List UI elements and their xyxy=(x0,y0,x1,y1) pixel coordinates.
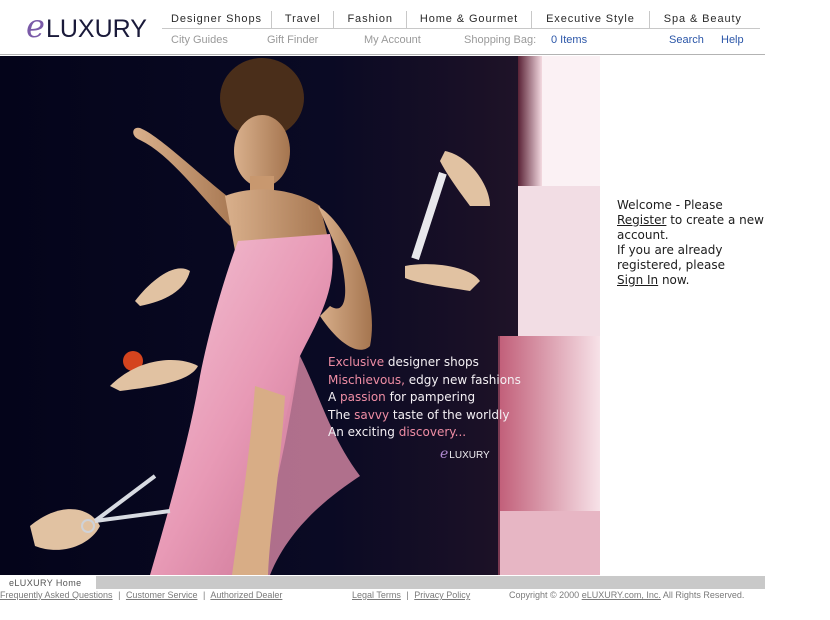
register-link[interactable]: Register xyxy=(617,213,666,227)
customer-service-link[interactable]: Customer Service xyxy=(126,590,198,600)
site-header: e LUXURY Designer Shops Travel Fashion H… xyxy=(0,0,765,55)
faq-link[interactable]: Frequently Asked Questions xyxy=(0,590,113,600)
hand-left-top xyxy=(135,268,190,306)
model-figure xyxy=(133,58,372,575)
hero-logo-e: e xyxy=(440,446,449,462)
hero-logo: e LUXURY xyxy=(440,446,490,462)
pink-panel xyxy=(500,511,600,575)
sign-in-link[interactable]: Sign In xyxy=(617,273,658,287)
welcome-panel: Welcome - Please Register to create a ne… xyxy=(617,198,777,288)
privacy-policy-link[interactable]: Privacy Policy xyxy=(414,590,470,600)
company-link[interactable]: eLUXURY.com, Inc. xyxy=(582,590,661,600)
footer-separator: | xyxy=(406,590,409,600)
copyright-prefix: Copyright © 2000 xyxy=(509,590,582,600)
scissors xyxy=(30,474,171,550)
city-guides-link[interactable]: City Guides xyxy=(171,34,228,46)
shopping-bag-label[interactable]: Shopping Bag: xyxy=(464,34,536,46)
hero-logo-word: LUXURY xyxy=(449,450,490,461)
copyright-suffix: All Rights Reserved. xyxy=(660,590,745,600)
nav-spa-beauty[interactable]: Spa & Beauty xyxy=(650,13,756,25)
copyright-text: Copyright © 2000 eLUXURY.com, Inc. All R… xyxy=(509,590,744,600)
already-registered-text: If you are already registered, please xyxy=(617,243,725,272)
gift-finder-link[interactable]: Gift Finder xyxy=(267,34,318,46)
footer-separator: | xyxy=(118,590,121,600)
tagline-line: Mischievous, edgy new fashions xyxy=(328,372,521,387)
nav-divider-line xyxy=(162,28,760,29)
pink-panel xyxy=(518,56,542,186)
hero-tagline: Exclusive designer shops Mischievous, ed… xyxy=(328,354,521,442)
help-link[interactable]: Help xyxy=(721,34,744,46)
pink-panel xyxy=(518,186,600,336)
logo-e: e xyxy=(26,7,45,45)
signin-line: Sign In now. xyxy=(617,273,777,288)
my-account-link[interactable]: My Account xyxy=(364,34,421,46)
nav-home-gourmet[interactable]: Home & Gourmet xyxy=(407,13,531,25)
pink-panel xyxy=(542,56,600,186)
tagline-line: Exclusive designer shops xyxy=(328,355,479,369)
welcome-intro: Welcome - Please xyxy=(617,198,723,212)
nav-fashion[interactable]: Fashion xyxy=(334,13,405,25)
top-navigation: Designer Shops Travel Fashion Home & Gou… xyxy=(162,9,756,29)
tagline-line: An exciting discovery... xyxy=(328,425,467,440)
nav-executive-style[interactable]: Executive Style xyxy=(532,13,649,25)
tagline-line: A passion for pampering xyxy=(328,390,476,405)
authorized-dealer-link[interactable]: Authorized Dealer xyxy=(210,590,282,600)
nav-designer-shops[interactable]: Designer Shops xyxy=(162,13,271,25)
logo-word: LUXURY xyxy=(45,15,147,43)
footer-separator: | xyxy=(202,590,206,600)
hero-banner: Exclusive designer shops Mischievous, ed… xyxy=(0,56,600,575)
shopping-bag-count[interactable]: 0 Items xyxy=(551,34,587,46)
tagline-line: The savvy taste of the worldly xyxy=(328,407,510,422)
search-link[interactable]: Search xyxy=(669,34,704,46)
signin-rest: now. xyxy=(658,273,690,287)
hero-artwork xyxy=(30,56,600,575)
register-line: Register to create a new account. xyxy=(617,213,777,243)
pincushion xyxy=(110,351,198,391)
hand-ruler xyxy=(405,151,490,291)
nav-travel[interactable]: Travel xyxy=(272,13,334,25)
footer-bar xyxy=(0,576,765,589)
eluxury-logo[interactable]: e LUXURY xyxy=(26,7,147,45)
legal-terms-link[interactable]: Legal Terms xyxy=(352,590,401,600)
eluxury-home-tab[interactable]: eLUXURY Home xyxy=(0,576,96,590)
